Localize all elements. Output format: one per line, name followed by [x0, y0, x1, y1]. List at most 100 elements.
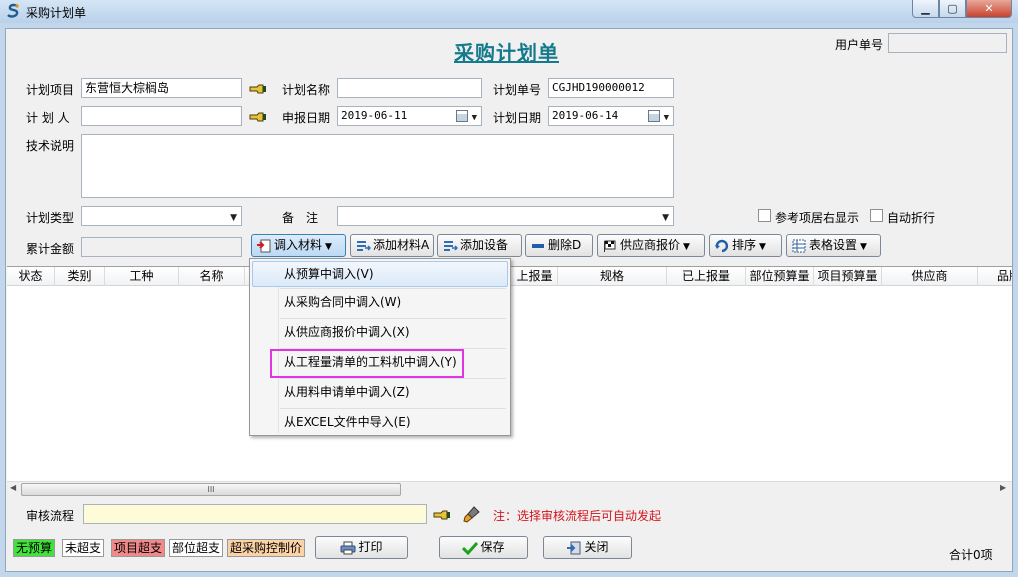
report-date-field[interactable]: 2019-06-11 ▼	[337, 106, 482, 126]
chevron-down-icon: ▼	[860, 242, 867, 252]
delete-button[interactable]: 删除D	[525, 234, 593, 257]
calendar-icon[interactable]	[648, 110, 660, 122]
column-header-name[interactable]: 名称	[179, 267, 245, 286]
plan-no-field[interactable]: CGJHD190000012	[548, 78, 674, 98]
minus-icon	[532, 243, 544, 248]
exit-door-icon	[567, 541, 581, 554]
page-title: 采购计划单	[454, 41, 559, 65]
plan-project-label: 计划项目	[26, 83, 75, 97]
maximize-button[interactable]: ▢	[939, 0, 966, 18]
column-header-supplier[interactable]: 供应商	[882, 267, 978, 286]
table-settings-label: 表格设置	[809, 238, 858, 252]
delete-label: 删除D	[548, 238, 582, 252]
print-button[interactable]: 打印	[315, 536, 408, 559]
scrollbar-thumb[interactable]: III	[21, 483, 401, 496]
add-material-label: 添加材料A	[373, 238, 430, 252]
horizontal-scrollbar[interactable]: ◀ III ▶	[7, 481, 1012, 497]
legend-not-over: 未超支	[62, 539, 105, 557]
pick-planner-icon[interactable]	[249, 110, 267, 124]
plan-name-field[interactable]	[337, 78, 482, 98]
printer-icon	[340, 541, 356, 554]
column-header-work-type[interactable]: 工种	[105, 267, 179, 286]
planner-label: 计 划 人	[26, 111, 70, 125]
legend-part-over: 部位超支	[169, 539, 224, 557]
checkmark-icon	[462, 541, 479, 555]
add-equipment-button[interactable]: 添加设备	[437, 234, 522, 257]
calendar-icon[interactable]	[456, 110, 468, 122]
window-title: 采购计划单	[26, 6, 87, 20]
ref-show-right-checkbox[interactable]	[758, 209, 771, 222]
table-settings-button[interactable]: 表格设置 ▼	[786, 234, 881, 257]
approval-flow-label: 审核流程	[26, 509, 75, 523]
import-material-menu: 从预算中调入(V) 从采购合同中调入(W) 从供应商报价中调入(X) 从工程量清…	[249, 258, 511, 436]
column-header-already-reported[interactable]: 已上报量	[667, 267, 746, 286]
save-label: 保存	[480, 540, 505, 554]
chevron-down-icon[interactable]: ▼	[472, 109, 477, 125]
auto-wrap-checkbox[interactable]	[870, 209, 883, 222]
close-button[interactable]: 关闭	[543, 536, 632, 559]
sort-button[interactable]: 排序 ▼	[709, 234, 782, 257]
pick-project-icon[interactable]	[249, 82, 267, 96]
plan-date-field[interactable]: 2019-06-14 ▼	[548, 106, 674, 126]
scroll-left-icon[interactable]: ◀	[10, 483, 16, 492]
column-header-spec[interactable]: 规格	[558, 267, 667, 286]
column-header-project-budget[interactable]: 项目预算量	[814, 267, 882, 286]
menu-item-from-purchase-contract[interactable]: 从采购合同中调入(W)	[252, 289, 508, 315]
minimize-icon: ▁	[921, 2, 930, 15]
menu-item-import-excel[interactable]: 从EXCEL文件中导入(E)	[252, 409, 508, 435]
approval-hint: 注：选择审核流程后可自动发起	[493, 509, 662, 523]
column-header-status[interactable]: 状态	[7, 267, 55, 286]
save-button[interactable]: 保存	[439, 536, 528, 559]
import-material-button[interactable]: 调入材料 ▼	[251, 234, 346, 257]
add-list-icon	[444, 240, 458, 251]
pick-approval-icon[interactable]	[433, 508, 451, 522]
add-equipment-label: 添加设备	[460, 238, 509, 252]
user-no-field[interactable]	[888, 33, 1007, 53]
menu-item-from-supplier-quote[interactable]: 从供应商报价中调入(X)	[252, 319, 508, 345]
menu-item-from-budget[interactable]: 从预算中调入(V)	[252, 261, 508, 287]
total-amount-field	[81, 237, 242, 257]
plan-type-select[interactable]: ▼	[81, 206, 242, 226]
legend-no-budget: 无预算	[13, 539, 56, 557]
clear-brush-icon[interactable]	[463, 506, 481, 523]
table-grid-icon	[792, 239, 806, 252]
tech-desc-textarea[interactable]	[81, 134, 674, 198]
legend-project-over: 项目超支	[111, 539, 166, 557]
add-list-icon	[357, 240, 371, 251]
total-amount-label: 累计金额	[26, 242, 75, 256]
report-date-value: 2019-06-11	[341, 109, 408, 122]
chevron-down-icon: ▼	[759, 242, 766, 252]
auto-wrap-label: 自动折行	[887, 211, 936, 225]
approval-flow-field[interactable]	[83, 504, 427, 524]
window-titlebar: 采购计划单 ▁ ▢ ✕	[0, 0, 1018, 23]
chevron-down-icon[interactable]: ▼	[664, 109, 669, 125]
sort-label: 排序	[732, 238, 757, 252]
remark-label: 备 注	[282, 211, 319, 225]
remark-select[interactable]: ▼	[337, 206, 674, 226]
user-no-label: 用户单号	[835, 38, 884, 52]
column-header-part-budget[interactable]: 部位预算量	[746, 267, 814, 286]
column-header-brand[interactable]: 品牌	[978, 267, 1012, 286]
plan-name-label: 计划名称	[282, 83, 331, 97]
add-material-button[interactable]: 添加材料A	[350, 234, 434, 257]
plan-type-label: 计划类型	[26, 211, 75, 225]
import-document-icon	[257, 239, 271, 252]
close-window-button[interactable]: ✕	[966, 0, 1012, 18]
chevron-down-icon[interactable]: ▼	[662, 209, 669, 225]
column-header-reported-qty[interactable]: 上报量	[512, 267, 558, 286]
checkered-flag-icon	[604, 240, 616, 252]
menu-item-from-material-request[interactable]: 从用料申请单中调入(Z)	[252, 379, 508, 405]
column-header-category[interactable]: 类别	[55, 267, 105, 286]
scroll-right-icon[interactable]: ▶	[1000, 483, 1006, 492]
minimize-button[interactable]: ▁	[912, 0, 939, 18]
legend-over-control: 超采购控制价	[227, 539, 306, 557]
planner-field[interactable]	[81, 106, 242, 126]
import-material-label: 调入材料	[274, 238, 323, 252]
report-date-label: 申报日期	[282, 111, 331, 125]
refresh-sort-icon	[715, 239, 729, 252]
plan-project-field[interactable]: 东营恒大棕榈岛	[81, 78, 242, 98]
tech-desc-label: 技术说明	[26, 139, 75, 153]
plan-no-label: 计划单号	[493, 83, 542, 97]
chevron-down-icon[interactable]: ▼	[230, 209, 237, 225]
supplier-quote-button[interactable]: 供应商报价 ▼	[597, 234, 705, 257]
